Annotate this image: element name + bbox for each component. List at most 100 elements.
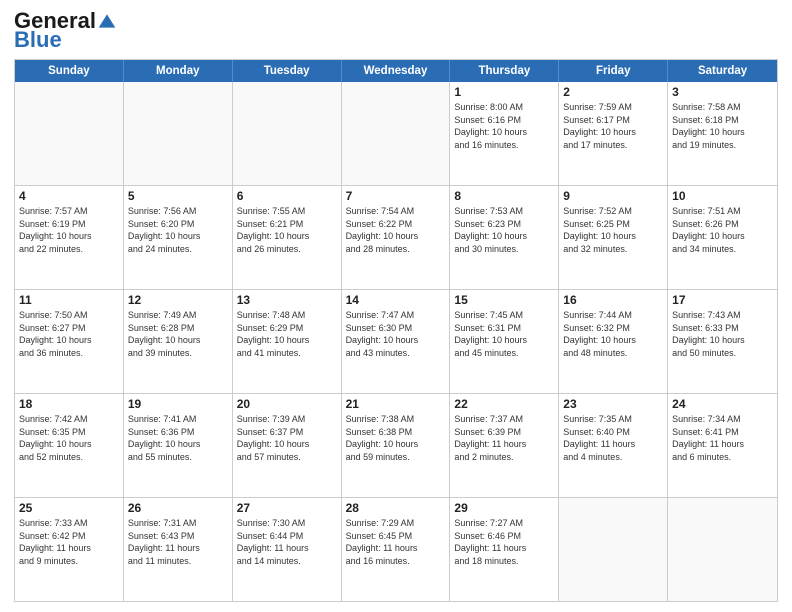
- weekday-header-wednesday: Wednesday: [342, 60, 451, 82]
- day-number: 22: [454, 397, 554, 411]
- day-cell-16: 16 Sunrise: 7:44 AM Sunset: 6:32 PM Dayli…: [559, 290, 668, 393]
- day-cell-empty: [15, 82, 124, 185]
- day-number: 9: [563, 189, 663, 203]
- day-info: Sunrise: 7:49 AM Sunset: 6:28 PM Dayligh…: [128, 309, 228, 359]
- day-info: Sunrise: 7:59 AM Sunset: 6:17 PM Dayligh…: [563, 101, 663, 151]
- day-info: Sunrise: 7:48 AM Sunset: 6:29 PM Dayligh…: [237, 309, 337, 359]
- day-number: 24: [672, 397, 773, 411]
- day-cell-19: 19 Sunrise: 7:41 AM Sunset: 6:36 PM Dayli…: [124, 394, 233, 497]
- day-info: Sunrise: 7:34 AM Sunset: 6:41 PM Dayligh…: [672, 413, 773, 463]
- calendar-row-2: 4 Sunrise: 7:57 AM Sunset: 6:19 PM Daylig…: [15, 185, 777, 289]
- day-info: Sunrise: 7:57 AM Sunset: 6:19 PM Dayligh…: [19, 205, 119, 255]
- day-cell-6: 6 Sunrise: 7:55 AM Sunset: 6:21 PM Daylig…: [233, 186, 342, 289]
- day-cell-5: 5 Sunrise: 7:56 AM Sunset: 6:20 PM Daylig…: [124, 186, 233, 289]
- day-number: 23: [563, 397, 663, 411]
- day-number: 6: [237, 189, 337, 203]
- day-info: Sunrise: 7:56 AM Sunset: 6:20 PM Dayligh…: [128, 205, 228, 255]
- calendar-row-5: 25Sunrise: 7:33 AM Sunset: 6:42 PM Dayli…: [15, 497, 777, 601]
- day-info: Sunrise: 7:52 AM Sunset: 6:25 PM Dayligh…: [563, 205, 663, 255]
- day-cell-14: 14 Sunrise: 7:47 AM Sunset: 6:30 PM Dayli…: [342, 290, 451, 393]
- day-cell-empty: [559, 498, 668, 601]
- day-info: Sunrise: 7:39 AM Sunset: 6:37 PM Dayligh…: [237, 413, 337, 463]
- day-info: Sunrise: 7:42 AM Sunset: 6:35 PM Dayligh…: [19, 413, 119, 463]
- day-number: 26: [128, 501, 228, 515]
- weekday-header-monday: Monday: [124, 60, 233, 82]
- day-info: Sunrise: 7:27 AM Sunset: 6:46 PM Dayligh…: [454, 517, 554, 567]
- day-number: 21: [346, 397, 446, 411]
- day-cell-15: 15 Sunrise: 7:45 AM Sunset: 6:31 PM Dayli…: [450, 290, 559, 393]
- day-cell-10: 10 Sunrise: 7:51 AM Sunset: 6:26 PM Dayli…: [668, 186, 777, 289]
- day-info: Sunrise: 7:30 AM Sunset: 6:44 PM Dayligh…: [237, 517, 337, 567]
- day-number: 15: [454, 293, 554, 307]
- calendar-row-4: 18 Sunrise: 7:42 AM Sunset: 6:35 PM Dayli…: [15, 393, 777, 497]
- day-info: Sunrise: 7:44 AM Sunset: 6:32 PM Dayligh…: [563, 309, 663, 359]
- day-cell-28: 28 Sunrise: 7:29 AM Sunset: 6:45 PM Dayli…: [342, 498, 451, 601]
- day-cell-20: 20Sunrise: 7:39 AM Sunset: 6:37 PM Dayli…: [233, 394, 342, 497]
- day-cell-13: 13 Sunrise: 7:48 AM Sunset: 6:29 PM Dayli…: [233, 290, 342, 393]
- day-number: 5: [128, 189, 228, 203]
- day-cell-7: 7 Sunrise: 7:54 AM Sunset: 6:22 PM Daylig…: [342, 186, 451, 289]
- day-cell-11: 11Sunrise: 7:50 AM Sunset: 6:27 PM Dayli…: [15, 290, 124, 393]
- day-number: 18: [19, 397, 119, 411]
- day-info: Sunrise: 7:29 AM Sunset: 6:45 PM Dayligh…: [346, 517, 446, 567]
- day-info: Sunrise: 7:51 AM Sunset: 6:26 PM Dayligh…: [672, 205, 773, 255]
- day-number: 13: [237, 293, 337, 307]
- logo-icon: [97, 11, 117, 31]
- logo-blue-text: Blue: [14, 29, 62, 51]
- day-cell-27: 27 Sunrise: 7:30 AM Sunset: 6:44 PM Dayli…: [233, 498, 342, 601]
- day-info: Sunrise: 7:37 AM Sunset: 6:39 PM Dayligh…: [454, 413, 554, 463]
- day-info: Sunrise: 8:00 AM Sunset: 6:16 PM Dayligh…: [454, 101, 554, 151]
- day-number: 7: [346, 189, 446, 203]
- day-info: Sunrise: 7:58 AM Sunset: 6:18 PM Dayligh…: [672, 101, 773, 151]
- day-cell-empty: [233, 82, 342, 185]
- day-number: 16: [563, 293, 663, 307]
- weekday-header-friday: Friday: [559, 60, 668, 82]
- day-info: Sunrise: 7:50 AM Sunset: 6:27 PM Dayligh…: [19, 309, 119, 359]
- day-cell-8: 8Sunrise: 7:53 AM Sunset: 6:23 PM Daylig…: [450, 186, 559, 289]
- day-cell-17: 17 Sunrise: 7:43 AM Sunset: 6:33 PM Dayli…: [668, 290, 777, 393]
- day-cell-1: 1 Sunrise: 8:00 AM Sunset: 6:16 PM Daylig…: [450, 82, 559, 185]
- day-info: Sunrise: 7:47 AM Sunset: 6:30 PM Dayligh…: [346, 309, 446, 359]
- weekday-header-saturday: Saturday: [668, 60, 777, 82]
- calendar-row-1: 1 Sunrise: 8:00 AM Sunset: 6:16 PM Daylig…: [15, 82, 777, 185]
- day-number: 29: [454, 501, 554, 515]
- calendar-row-3: 11Sunrise: 7:50 AM Sunset: 6:27 PM Dayli…: [15, 289, 777, 393]
- day-cell-4: 4 Sunrise: 7:57 AM Sunset: 6:19 PM Daylig…: [15, 186, 124, 289]
- day-number: 1: [454, 85, 554, 99]
- day-info: Sunrise: 7:55 AM Sunset: 6:21 PM Dayligh…: [237, 205, 337, 255]
- day-number: 19: [128, 397, 228, 411]
- day-number: 14: [346, 293, 446, 307]
- day-cell-25: 25Sunrise: 7:33 AM Sunset: 6:42 PM Dayli…: [15, 498, 124, 601]
- day-number: 10: [672, 189, 773, 203]
- day-number: 12: [128, 293, 228, 307]
- day-info: Sunrise: 7:35 AM Sunset: 6:40 PM Dayligh…: [563, 413, 663, 463]
- day-cell-12: 12 Sunrise: 7:49 AM Sunset: 6:28 PM Dayli…: [124, 290, 233, 393]
- day-cell-26: 26 Sunrise: 7:31 AM Sunset: 6:43 PM Dayli…: [124, 498, 233, 601]
- day-info: Sunrise: 7:43 AM Sunset: 6:33 PM Dayligh…: [672, 309, 773, 359]
- day-cell-empty: [124, 82, 233, 185]
- day-info: Sunrise: 7:54 AM Sunset: 6:22 PM Dayligh…: [346, 205, 446, 255]
- day-number: 28: [346, 501, 446, 515]
- calendar: SundayMondayTuesdayWednesdayThursdayFrid…: [14, 59, 778, 602]
- day-cell-22: 22 Sunrise: 7:37 AM Sunset: 6:39 PM Dayli…: [450, 394, 559, 497]
- day-info: Sunrise: 7:31 AM Sunset: 6:43 PM Dayligh…: [128, 517, 228, 567]
- weekday-header-tuesday: Tuesday: [233, 60, 342, 82]
- weekday-header-thursday: Thursday: [450, 60, 559, 82]
- day-number: 17: [672, 293, 773, 307]
- day-info: Sunrise: 7:53 AM Sunset: 6:23 PM Dayligh…: [454, 205, 554, 255]
- day-info: Sunrise: 7:38 AM Sunset: 6:38 PM Dayligh…: [346, 413, 446, 463]
- day-cell-29: 29 Sunrise: 7:27 AM Sunset: 6:46 PM Dayli…: [450, 498, 559, 601]
- day-number: 4: [19, 189, 119, 203]
- calendar-body: 1 Sunrise: 8:00 AM Sunset: 6:16 PM Daylig…: [15, 82, 777, 601]
- weekday-header-sunday: Sunday: [15, 60, 124, 82]
- day-number: 27: [237, 501, 337, 515]
- header: General Blue: [14, 10, 778, 51]
- day-number: 3: [672, 85, 773, 99]
- day-info: Sunrise: 7:45 AM Sunset: 6:31 PM Dayligh…: [454, 309, 554, 359]
- day-info: Sunrise: 7:41 AM Sunset: 6:36 PM Dayligh…: [128, 413, 228, 463]
- day-cell-24: 24 Sunrise: 7:34 AM Sunset: 6:41 PM Dayli…: [668, 394, 777, 497]
- day-number: 2: [563, 85, 663, 99]
- day-cell-21: 21 Sunrise: 7:38 AM Sunset: 6:38 PM Dayli…: [342, 394, 451, 497]
- day-cell-2: 2 Sunrise: 7:59 AM Sunset: 6:17 PM Daylig…: [559, 82, 668, 185]
- day-info: Sunrise: 7:33 AM Sunset: 6:42 PM Dayligh…: [19, 517, 119, 567]
